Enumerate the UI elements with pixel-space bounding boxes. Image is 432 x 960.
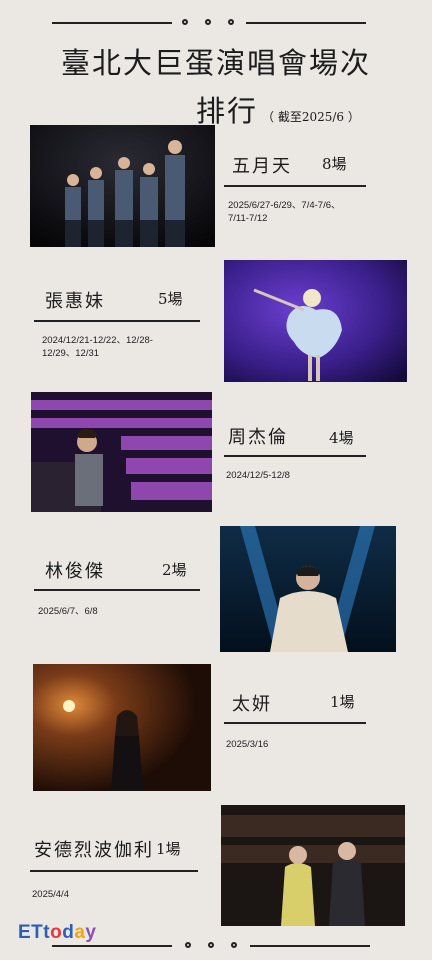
photo-amei — [224, 260, 407, 382]
photo-mayday — [30, 125, 215, 247]
ettoday-logo: ETtoday — [18, 922, 97, 943]
photo-andrea-bocelli — [221, 805, 405, 926]
page-title-line2-text: 排行 — [196, 94, 259, 128]
underline-andrea-bocelli — [30, 870, 198, 872]
top-dot-2 — [205, 19, 211, 25]
top-dot-3 — [228, 19, 234, 25]
photo-jj-lin — [220, 526, 396, 652]
artist-name-jay-chou: 周杰倫 — [228, 427, 288, 448]
bottom-divider-left — [52, 945, 172, 947]
show-count-jay-chou: 4場 — [329, 429, 354, 447]
dates-andrea-bocelli: 2025/4/4 — [32, 889, 69, 900]
page-title-line2: 排行（ 截至2025/6 ） — [196, 88, 360, 130]
bottom-divider-right — [250, 945, 370, 947]
top-divider-right — [246, 22, 366, 24]
underline-amei — [34, 320, 200, 322]
underline-jj-lin — [34, 589, 200, 591]
bottom-dot-1 — [185, 942, 191, 948]
artist-name-jj-lin: 林俊傑 — [45, 561, 105, 582]
show-count-mayday: 8場 — [322, 155, 347, 173]
underline-taeyeon — [224, 722, 366, 724]
top-dot-1 — [182, 19, 188, 25]
underline-mayday — [224, 185, 366, 187]
dates-jay-chou: 2024/12/5-12/8 — [226, 470, 290, 481]
show-count-andrea-bocelli: 1場 — [156, 840, 181, 858]
show-count-jj-lin: 2場 — [162, 561, 187, 579]
top-divider-left — [52, 22, 172, 24]
bottom-dot-2 — [208, 942, 214, 948]
artist-name-mayday: 五月天 — [232, 156, 292, 177]
artist-name-amei: 張惠妹 — [45, 291, 105, 312]
dates-mayday: 2025/6/27-6/29、7/4-7/6、 7/11-7/12 — [228, 200, 341, 224]
page-title: 臺北大巨蛋演唱會場次 — [60, 46, 371, 80]
underline-jay-chou — [224, 455, 366, 457]
show-count-amei: 5場 — [158, 290, 183, 308]
title-note: （ 截至2025/6 ） — [262, 110, 360, 124]
dates-taeyeon: 2025/3/16 — [226, 739, 269, 750]
dates-jj-lin: 2025/6/7、6/8 — [38, 606, 98, 617]
dates-amei: 2024/12/21-12/22、12/28- 12/29、12/31 — [42, 335, 153, 359]
bottom-dot-3 — [231, 942, 237, 948]
logo-text: ETt — [18, 922, 51, 943]
photo-taeyeon — [33, 664, 211, 791]
photo-jay-chou — [31, 392, 212, 512]
artist-name-andrea-bocelli: 安德烈波伽利 — [34, 840, 154, 861]
artist-name-taeyeon: 太妍 — [232, 694, 272, 715]
show-count-taeyeon: 1場 — [330, 693, 355, 711]
